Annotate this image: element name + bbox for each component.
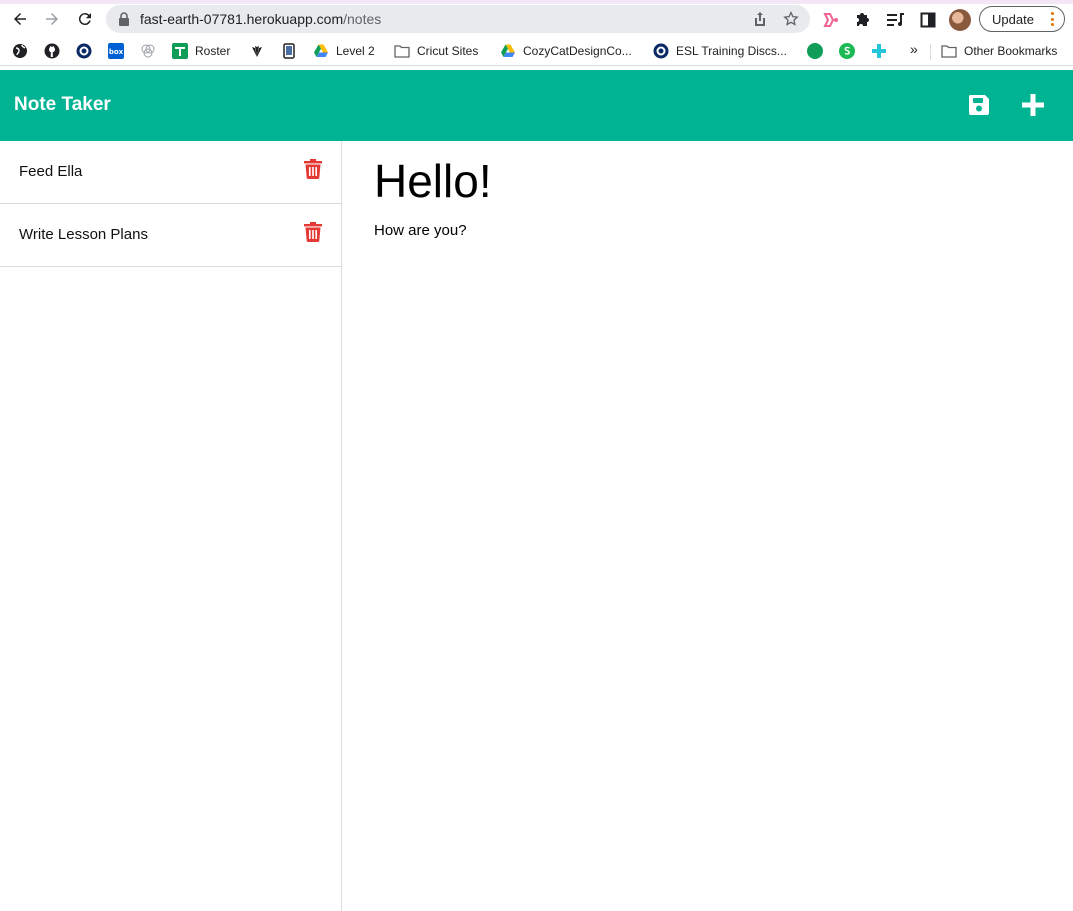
folder-icon <box>941 45 957 58</box>
plus-icon <box>1022 94 1044 116</box>
box-icon[interactable]: box <box>108 43 124 59</box>
extension-cast-icon[interactable] <box>822 11 840 29</box>
kebab-menu-icon <box>1051 12 1055 26</box>
url-text: fast-earth-07781.herokuapp.com/notes <box>140 11 381 27</box>
url-host: fast-earth-07781.herokuapp.com <box>140 11 344 27</box>
forward-button[interactable] <box>42 9 62 29</box>
note-list-title: Feed Ella <box>19 163 83 180</box>
nbc-peacock-icon[interactable] <box>249 43 265 59</box>
ring-app-icon[interactable] <box>76 43 92 59</box>
bookmark-esl-training[interactable]: ESL Training Discs... <box>653 42 787 60</box>
star-icon[interactable] <box>783 11 799 27</box>
sheets-icon <box>172 43 188 59</box>
s-app-icon[interactable] <box>839 43 855 59</box>
ring-app-icon <box>653 43 669 59</box>
bookmark-roster[interactable]: Roster <box>172 42 230 60</box>
profile-avatar[interactable] <box>949 9 971 31</box>
folder-icon <box>394 45 410 58</box>
bookmarks-bar: box Roster Level 2 Cricut Sites CozyCatD… <box>0 36 1073 66</box>
notes-list: Feed Ella Write Lesson Plans <box>0 141 342 911</box>
bookmarks-overflow-icon[interactable]: » <box>910 41 918 57</box>
note-title-input[interactable]: Hello! <box>374 155 492 207</box>
google-drive-icon <box>501 44 515 57</box>
browser-toolbar: fast-earth-07781.herokuapp.com/notes Upd… <box>0 4 1073 34</box>
bookmark-label: CozyCatDesignCo... <box>523 44 632 58</box>
reload-icon <box>78 13 91 26</box>
note-editor: Hello! How are you? <box>343 141 1073 911</box>
lock-icon <box>119 12 129 26</box>
share-icon[interactable] <box>752 11 768 27</box>
bookmark-label: Cricut Sites <box>417 44 479 58</box>
side-panel-icon[interactable] <box>919 11 937 29</box>
github-icon[interactable] <box>44 43 60 59</box>
note-list-title: Write Lesson Plans <box>19 226 148 243</box>
note-text-area[interactable]: How are you? <box>374 222 467 240</box>
app-header: Note Taker <box>0 70 1073 141</box>
media-queue-icon[interactable] <box>887 11 905 29</box>
save-note-button[interactable] <box>966 92 992 118</box>
update-button-label: Update <box>992 11 1034 27</box>
reload-button[interactable] <box>75 9 95 29</box>
bookmark-label: Roster <box>195 44 231 58</box>
teal-cross-icon[interactable] <box>871 43 887 59</box>
bookmarks-divider <box>930 44 931 60</box>
bookmark-other-bookmarks[interactable]: Other Bookmarks <box>941 42 1057 60</box>
bookmark-cricut-sites[interactable]: Cricut Sites <box>394 42 478 60</box>
globe-icon[interactable] <box>12 43 28 59</box>
green-circle-icon[interactable] <box>807 43 823 59</box>
puzzle-icon[interactable] <box>855 11 873 29</box>
back-button[interactable] <box>10 9 30 29</box>
bookmark-label: Other Bookmarks <box>964 44 1058 58</box>
arrow-right-icon <box>46 13 58 25</box>
note-list-item[interactable]: Write Lesson Plans <box>0 204 341 267</box>
bookmark-label: ESL Training Discs... <box>676 44 787 58</box>
save-icon <box>968 95 989 115</box>
arrow-left-icon <box>14 13 26 25</box>
app-title[interactable]: Note Taker <box>14 94 111 116</box>
bookmark-label: Level 2 <box>336 44 375 58</box>
note-list-item[interactable]: Feed Ella <box>0 141 341 204</box>
bookmark-cozycat[interactable]: CozyCatDesignCo... <box>500 42 632 60</box>
address-bar[interactable]: fast-earth-07781.herokuapp.com/notes <box>106 5 810 33</box>
new-note-button[interactable] <box>1020 92 1046 118</box>
url-path: /notes <box>343 11 382 27</box>
update-button[interactable]: Update <box>979 6 1065 32</box>
trash-icon[interactable] <box>304 159 322 179</box>
svg-text:box: box <box>109 48 124 56</box>
trash-icon[interactable] <box>304 222 322 242</box>
bookmark-level-2[interactable]: Level 2 <box>313 42 375 60</box>
circles-icon[interactable] <box>140 43 156 59</box>
google-drive-icon <box>314 44 328 57</box>
tablet-icon[interactable] <box>281 43 297 59</box>
